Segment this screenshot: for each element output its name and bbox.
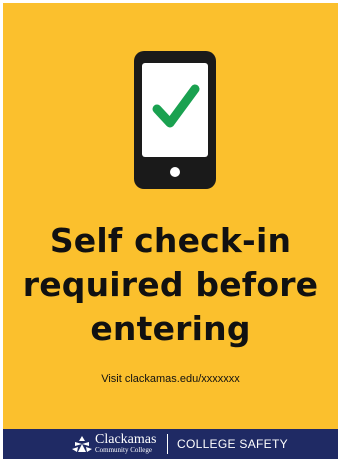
- visit-link-text: Visit clackamas.edu/xxxxxxx: [101, 373, 240, 385]
- smartphone-checkmark-icon: [134, 51, 216, 189]
- logo-subtitle: Community College: [95, 446, 152, 454]
- department-label: COLLEGE SAFETY: [177, 437, 288, 451]
- headline-line-1: Self check-in: [49, 221, 292, 260]
- footer-bar: Clackamas Community College COLLEGE SAFE…: [3, 429, 338, 459]
- logo-name: Clackamas: [95, 432, 157, 447]
- home-button-icon: [170, 167, 180, 177]
- headline-line-2: required before: [22, 265, 319, 304]
- headline: Self check-in required before entering: [3, 219, 338, 351]
- footer-divider: [167, 434, 168, 454]
- headline-line-3: entering: [90, 309, 251, 348]
- clackamas-logo-mark-icon: [72, 436, 92, 452]
- safety-poster: Self check-in required before entering V…: [3, 3, 338, 459]
